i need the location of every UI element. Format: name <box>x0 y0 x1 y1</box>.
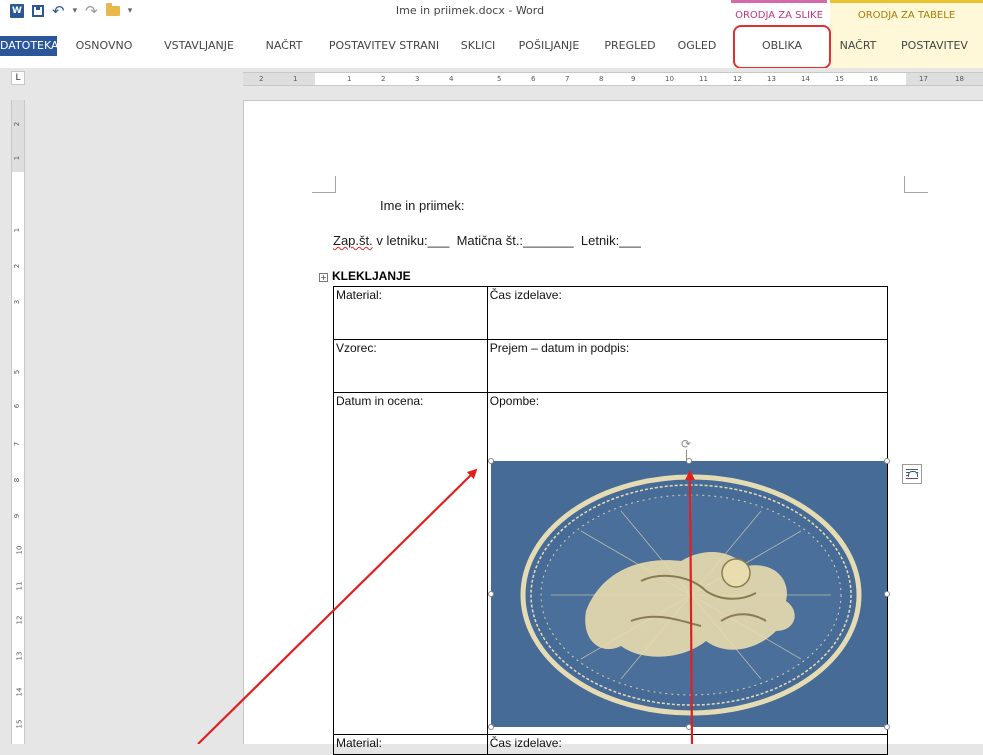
ruler-tick-label: 11 <box>699 75 708 83</box>
tab-review[interactable]: PREGLED <box>598 36 662 56</box>
resize-handle-top-left[interactable] <box>488 458 494 464</box>
table-cell[interactable]: Vzorec: <box>333 339 488 393</box>
ruler-tick-label: 12 <box>733 75 742 83</box>
layout-options-button[interactable] <box>902 464 922 484</box>
tab-file[interactable]: DATOTEKA <box>0 36 59 56</box>
table-cell[interactable]: Prejem – datum in podpis: <box>486 339 889 393</box>
resize-handle-bottom-left[interactable] <box>488 724 494 730</box>
document-page[interactable]: Ime in priimek: Zap.št. v letniku:___ Ma… <box>243 100 983 755</box>
resize-handle-top[interactable] <box>686 458 692 464</box>
lace-figure-head <box>721 558 751 588</box>
resize-handle-bottom-right[interactable] <box>884 724 890 730</box>
table-cell[interactable]: Čas izdelave: <box>486 286 889 340</box>
tab-selector[interactable]: L <box>11 71 25 85</box>
info-line[interactable]: Zap.št. v letniku:___ Matična št.:______… <box>333 233 641 248</box>
ruler-tick-label: 14 <box>801 75 810 83</box>
ruler-tick-label: 2 <box>13 121 22 127</box>
ruler-left-margin <box>243 73 315 85</box>
ruler-tick-label: 1 <box>13 155 22 161</box>
ruler-tick-label: 8 <box>599 75 604 83</box>
tab-design[interactable]: NAČRT <box>258 36 310 56</box>
ruler-tick-label: 3 <box>13 299 22 305</box>
spelling-error[interactable]: Zap.št. <box>333 233 373 248</box>
table-cell[interactable]: Material: <box>333 286 488 340</box>
ruler-tick-label: 2 <box>13 263 22 269</box>
crop-mark-right <box>904 176 928 193</box>
save-icon[interactable] <box>32 5 44 17</box>
rotate-handle-icon[interactable]: ⟳ <box>680 438 692 450</box>
redo-icon[interactable]: ↷ <box>85 3 98 19</box>
ruler-tick-label: 5 <box>497 75 502 83</box>
table-row: Vzorec: Prejem – datum in podpis: <box>333 339 889 393</box>
tab-view[interactable]: OGLED <box>672 36 722 56</box>
undo-dropdown-icon[interactable]: ▾ <box>73 3 78 19</box>
title-bar: W ↶ ▾ ↷ ▾ Ime in priimek.docx - Word ORO… <box>0 0 983 22</box>
ruler-tick-label: 1 <box>293 75 298 83</box>
tab-mailings[interactable]: POŠILJANJE <box>510 36 588 56</box>
ruler-tick-label: 15 <box>15 719 24 729</box>
ruler-tick-label: 9 <box>631 75 636 83</box>
lace-picture <box>491 461 887 727</box>
ruler-tick-label: 15 <box>835 75 844 83</box>
ruler-tick-label: 7 <box>565 75 570 83</box>
ruler-tick-label: 10 <box>15 545 24 555</box>
table-cell[interactable]: Material: <box>333 734 488 755</box>
ruler-top-margin <box>12 100 24 172</box>
tab-page-layout[interactable]: POSTAVITEV STRANI <box>322 36 446 56</box>
table-cell[interactable]: Čas izdelave: <box>486 734 889 755</box>
ruler-tick-label: 2 <box>381 75 386 83</box>
ruler-tick-label: 18 <box>955 75 964 83</box>
table-row: Material: Čas izdelave: <box>333 286 889 340</box>
highlight-box <box>733 25 831 69</box>
word-logo-icon[interactable]: W <box>10 4 24 18</box>
ruler-tick-label: 8 <box>13 477 22 483</box>
horizontal-ruler[interactable]: 2 1 1 2 3 4 5 6 7 8 9 10 11 12 13 14 15 … <box>243 72 983 86</box>
crop-mark-left <box>312 176 336 193</box>
tab-home[interactable]: OSNOVNO <box>68 36 140 56</box>
resize-handle-bottom[interactable] <box>686 724 692 730</box>
ruler-tick-label: 17 <box>919 75 928 83</box>
ruler-tick-label: 16 <box>869 75 878 83</box>
customize-dropdown-icon[interactable]: ▾ <box>128 3 133 19</box>
ruler-tick-label: 12 <box>15 615 24 625</box>
ruler-tick-label: 6 <box>13 403 22 409</box>
table-tools-group-label: ORODJA ZA TABELE <box>830 0 983 22</box>
ruler-tick-label: 4 <box>449 75 454 83</box>
table-cell[interactable]: Datum in ocena: <box>333 392 488 735</box>
window-title: Ime in priimek.docx - Word <box>395 4 545 17</box>
info-line-rest: v letniku:___ Matična št.:_______ Letnik… <box>372 233 641 248</box>
ruler-tick-label: 11 <box>15 581 24 591</box>
table-row: Material: Čas izdelave: <box>333 734 889 755</box>
ruler-tick-label: 9 <box>13 513 22 519</box>
ruler-tick-label: 5 <box>13 369 22 375</box>
undo-icon[interactable]: ↶ <box>52 3 65 19</box>
name-line[interactable]: Ime in priimek: <box>380 198 465 213</box>
tab-table-layout[interactable]: POSTAVITEV <box>886 22 983 68</box>
picture-tools-group-label: ORODJA ZA SLIKE <box>731 0 827 22</box>
tab-insert[interactable]: VSTAVLJANJE <box>150 36 248 56</box>
ruler-tick-label: 10 <box>665 75 674 83</box>
selected-picture[interactable] <box>488 458 890 730</box>
resize-handle-right[interactable] <box>884 591 890 597</box>
ruler-tick-label: 6 <box>531 75 536 83</box>
resize-handle-top-right[interactable] <box>884 458 890 464</box>
ruler-tick-label: 14 <box>15 687 24 697</box>
ruler-tick-label: 13 <box>767 75 776 83</box>
vertical-ruler[interactable]: 2 1 1 2 3 5 6 7 8 9 10 11 12 13 14 15 <box>11 100 25 744</box>
ruler-tick-label: 1 <box>347 75 352 83</box>
quick-access-toolbar: W ↶ ▾ ↷ ▾ <box>10 3 132 19</box>
ruler-tick-label: 13 <box>15 651 24 661</box>
ribbon-tab-bar: DATOTEKA OSNOVNO VSTAVLJANJE NAČRT POSTA… <box>0 22 983 68</box>
section-heading[interactable]: KLEKLJANJE <box>332 269 411 283</box>
tab-references[interactable]: SKLICI <box>456 36 500 56</box>
table-move-handle[interactable]: + <box>319 273 328 282</box>
resize-handle-left[interactable] <box>488 591 494 597</box>
open-folder-icon[interactable] <box>105 3 120 16</box>
ruler-tick-label: 7 <box>13 441 22 447</box>
ruler-right-margin <box>906 73 983 85</box>
tab-table-design[interactable]: NAČRT <box>830 22 886 68</box>
ruler-tick-label: 1 <box>13 227 22 233</box>
ruler-tick-label: 3 <box>415 75 420 83</box>
ruler-tick-label: 2 <box>259 75 264 83</box>
